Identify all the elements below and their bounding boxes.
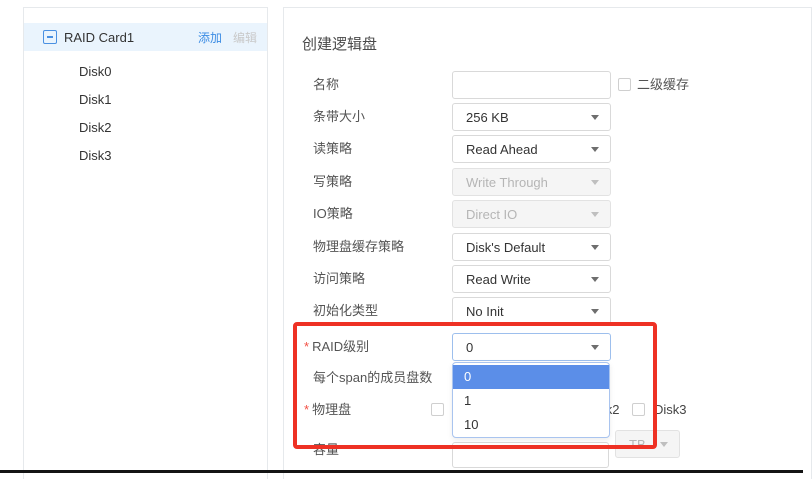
raid-card-label: RAID Card1: [64, 30, 134, 45]
document-border-line: [0, 470, 803, 473]
raid-level-value: 0: [466, 340, 473, 355]
chevron-down-icon: [591, 345, 599, 354]
raid-level-dropdown-list: 0 1 10: [452, 362, 610, 438]
edit-link[interactable]: 编辑: [233, 29, 257, 46]
io-policy-label: IO策略: [313, 200, 448, 228]
dropdown-option-0[interactable]: 0: [453, 365, 609, 389]
io-policy-select: Direct IO: [452, 200, 611, 228]
capacity-unit-select[interactable]: TB: [615, 430, 680, 458]
disk3-checkbox[interactable]: [632, 403, 645, 416]
page-title: 创建逻辑盘: [302, 33, 377, 54]
tree-item-disk1[interactable]: Disk1: [79, 86, 112, 114]
access-policy-label: 访问策略: [313, 265, 448, 293]
read-policy-value: Read Ahead: [466, 142, 538, 157]
secondary-cache-checkbox[interactable]: [618, 78, 631, 91]
required-star: *: [304, 339, 309, 354]
tree-item-disk0[interactable]: Disk0: [79, 58, 112, 86]
init-type-label: 初始化类型: [313, 297, 448, 325]
capacity-unit-value: TB: [629, 437, 646, 452]
read-policy-label: 读策略: [313, 135, 448, 163]
pd-cache-policy-value: Disk's Default: [466, 240, 545, 255]
init-type-value: No Init: [466, 304, 504, 319]
raid-level-label-text: RAID级别: [312, 339, 369, 354]
physical-disk-label: *物理盘: [304, 396, 439, 424]
chevron-down-icon: [591, 245, 599, 254]
secondary-cache-label: 二级缓存: [637, 78, 689, 92]
write-policy-label: 写策略: [313, 168, 448, 196]
write-policy-value: Write Through: [466, 175, 548, 190]
raid-level-label: *RAID级别: [304, 333, 439, 361]
chevron-down-icon: [591, 212, 599, 221]
name-label: 名称: [313, 71, 448, 99]
span-members-label: 每个span的成员盘数: [313, 364, 448, 392]
io-policy-value: Direct IO: [466, 207, 517, 222]
chevron-down-icon: [591, 147, 599, 156]
tree-node-raid-card1[interactable]: RAID Card1 添加 编辑: [24, 23, 267, 51]
access-policy-select[interactable]: Read Write: [452, 265, 611, 293]
raid-tree-sidebar: RAID Card1 添加 编辑 Disk0 Disk1 Disk2 Disk3: [23, 7, 268, 479]
stripe-size-value: 256 KB: [466, 110, 509, 125]
raid-config-screen: RAID Card1 添加 编辑 Disk0 Disk1 Disk2 Disk3…: [0, 0, 812, 479]
name-input[interactable]: [452, 71, 611, 99]
tree-item-disk2[interactable]: Disk2: [79, 114, 112, 142]
chevron-down-icon: [660, 442, 668, 451]
init-type-select[interactable]: No Init: [452, 297, 611, 325]
collapse-minus-icon[interactable]: [43, 30, 57, 44]
chevron-down-icon: [591, 309, 599, 318]
disk3-checkbox-label: Disk3: [654, 403, 687, 417]
disk0-checkbox[interactable]: [431, 403, 444, 416]
access-policy-value: Read Write: [466, 272, 531, 287]
stripe-size-label: 条带大小: [313, 103, 448, 131]
raid-level-select[interactable]: 0: [452, 333, 611, 361]
chevron-down-icon: [591, 180, 599, 189]
pd-cache-policy-select[interactable]: Disk's Default: [452, 233, 611, 261]
write-policy-select: Write Through: [452, 168, 611, 196]
dropdown-option-1[interactable]: 1: [453, 389, 609, 413]
stripe-size-select[interactable]: 256 KB: [452, 103, 611, 131]
chevron-down-icon: [591, 277, 599, 286]
chevron-down-icon: [591, 115, 599, 124]
add-link[interactable]: 添加: [198, 29, 222, 46]
capacity-input[interactable]: [452, 442, 609, 468]
physical-disk-label-text: 物理盘: [312, 402, 351, 417]
capacity-label: 容量: [313, 436, 448, 464]
dropdown-option-10[interactable]: 10: [453, 413, 609, 437]
pd-cache-policy-label: 物理盘缓存策略: [313, 233, 448, 261]
read-policy-select[interactable]: Read Ahead: [452, 135, 611, 163]
required-star: *: [304, 402, 309, 417]
tree-item-disk3[interactable]: Disk3: [79, 142, 112, 170]
